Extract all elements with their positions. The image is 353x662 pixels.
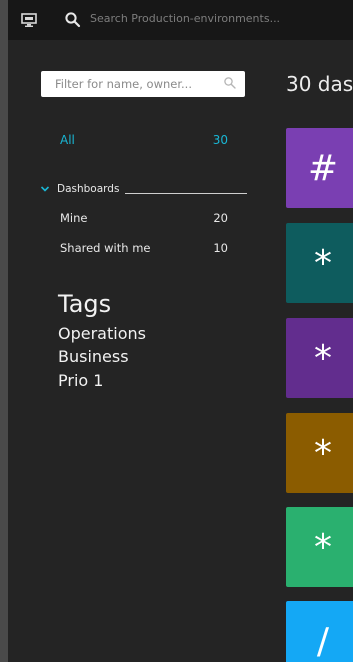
section-title: Dashboards	[57, 183, 120, 195]
dashboard-tile[interactable]: *	[286, 223, 353, 303]
dashboard-tile[interactable]: *	[286, 318, 353, 398]
top-bar: Search Production-environments...	[8, 0, 353, 40]
dashboards-section-toggle[interactable]: Dashboards	[40, 183, 247, 195]
app-window: Search Production-environments... Filter…	[0, 0, 353, 662]
sidebar-item-label: All	[60, 133, 75, 147]
tag-business[interactable]: Business	[58, 347, 129, 366]
tile-symbol: *	[314, 242, 332, 284]
tile-symbol: *	[314, 432, 332, 474]
tags-title: Tags	[58, 290, 112, 318]
tile-symbol: *	[314, 526, 332, 568]
sidebar-item-label: Mine	[60, 211, 88, 225]
sidebar-item-count: 20	[213, 211, 228, 225]
search-icon	[224, 77, 236, 89]
search-icon[interactable]	[64, 11, 82, 29]
dashboard-tile[interactable]: #	[286, 128, 353, 208]
tile-symbol: #	[307, 147, 339, 189]
sidebar-item-label: Shared with me	[60, 241, 151, 255]
sidebar-item-count: 10	[213, 241, 228, 255]
menu-button[interactable]	[20, 11, 38, 29]
tag-prio-1[interactable]: Prio 1	[58, 371, 103, 390]
chevron-down-icon	[40, 186, 50, 192]
sidebar-item-mine[interactable]: Mine 20	[60, 211, 228, 225]
dashboard-tile[interactable]: *	[286, 507, 353, 587]
filter-placeholder: Filter for name, owner...	[55, 77, 192, 91]
section-divider	[125, 192, 247, 194]
dashboard-tile[interactable]: *	[286, 413, 353, 493]
tile-symbol: /	[316, 620, 330, 662]
sidebar-item-count: 30	[212, 133, 228, 147]
page-title: 30 dasl	[286, 72, 353, 96]
tile-symbol: *	[314, 337, 332, 379]
left-edge-strip	[0, 0, 8, 662]
sidebar: Filter for name, owner... All 30 Dashboa…	[8, 40, 254, 662]
monitor-icon	[21, 13, 37, 27]
dashboard-tile[interactable]: /	[286, 601, 353, 662]
sidebar-item-shared-with-me[interactable]: Shared with me 10	[60, 241, 228, 255]
global-search-input[interactable]: Search Production-environments...	[90, 12, 280, 25]
filter-input[interactable]: Filter for name, owner...	[41, 71, 245, 97]
sidebar-item-all[interactable]: All 30	[60, 133, 228, 147]
tag-operations[interactable]: Operations	[58, 324, 146, 343]
